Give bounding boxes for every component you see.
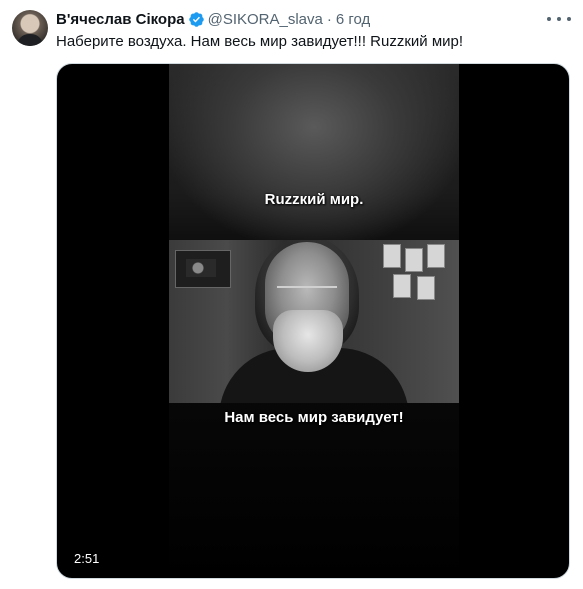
verified-badge-icon xyxy=(188,11,204,27)
wall-flags xyxy=(383,244,453,314)
tweet-text: Наберите воздуха. Нам весь мир завидует!… xyxy=(56,33,464,50)
video-caption-bottom: Нам весь мир завидует! xyxy=(224,409,404,426)
flag-icon xyxy=(405,248,423,272)
video-player[interactable]: Ruzzкий мир. Нам весь мир завидует! 2:51 xyxy=(56,63,570,579)
flag-icon xyxy=(427,244,445,268)
flag-icon xyxy=(417,276,435,300)
tweet-header: В'ячеслав Сікора @SIKORA_slava · 6 год xyxy=(56,9,370,29)
video-frame: Ruzzкий мир. Нам весь мир завидует! xyxy=(169,64,459,578)
avatar-silhouette xyxy=(17,34,43,46)
more-dot xyxy=(557,17,561,21)
video-background-glow xyxy=(169,64,459,244)
video-duration-badge: 2:51 xyxy=(69,549,105,568)
video-scene xyxy=(169,240,459,403)
separator-dot: · xyxy=(326,10,332,28)
video-caption-top: Ruzzкий мир. xyxy=(264,191,364,208)
person-glasses xyxy=(277,286,337,302)
author-handle[interactable]: @SIKORA_slava xyxy=(208,11,323,28)
flag-icon xyxy=(393,274,411,298)
author-avatar[interactable] xyxy=(12,10,48,46)
wall-picture xyxy=(175,250,231,288)
author-name[interactable]: В'ячеслав Сікора xyxy=(56,11,185,28)
more-options-icon[interactable] xyxy=(547,10,571,28)
more-dot xyxy=(567,17,571,21)
flag-icon xyxy=(383,244,401,268)
more-dot xyxy=(547,17,551,21)
tweet-timestamp[interactable]: 6 год xyxy=(336,11,370,28)
